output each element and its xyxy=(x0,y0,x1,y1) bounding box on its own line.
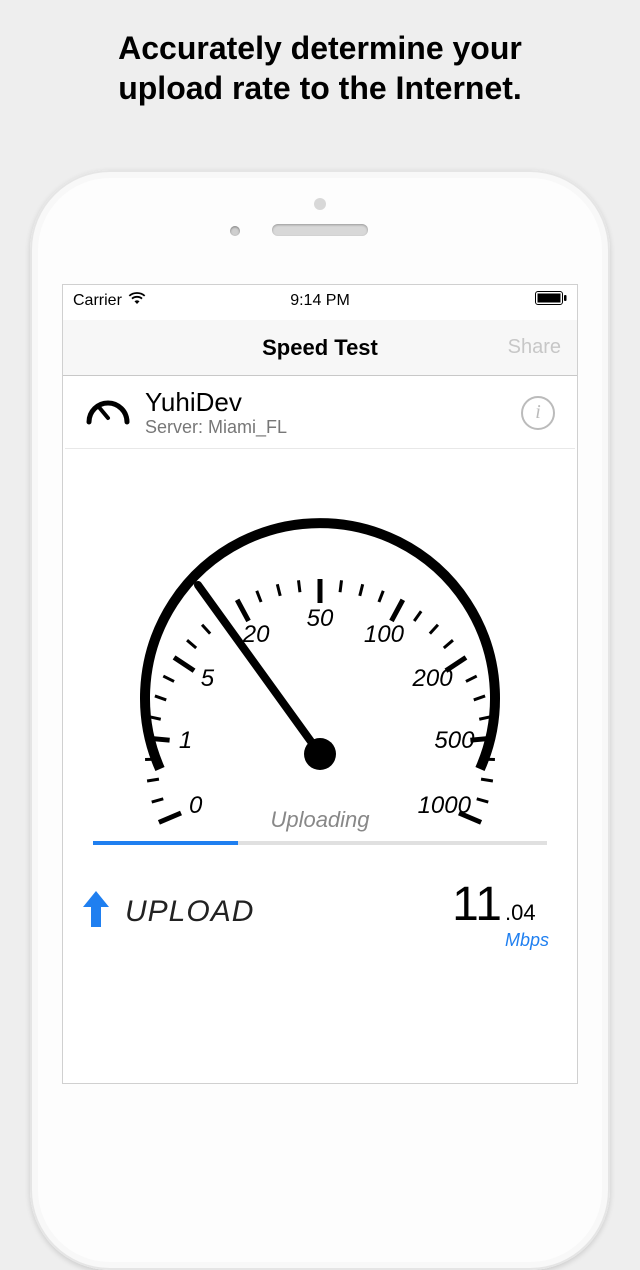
progress-bar xyxy=(93,841,547,845)
share-button[interactable]: Share xyxy=(508,336,561,359)
upload-label: UPLOAD xyxy=(125,895,442,929)
server-name: YuhiDev xyxy=(145,388,507,417)
gauge-tick-label: 20 xyxy=(243,621,270,649)
nav-bar: Speed Test Share xyxy=(63,320,577,376)
gauge-tick-label: 200 xyxy=(413,665,453,693)
battery-icon xyxy=(535,291,567,310)
progress-fill xyxy=(93,841,238,845)
phone-sensor xyxy=(314,198,326,210)
status-bar: Carrier 9:14 PM xyxy=(63,285,577,314)
server-subtitle: Server: Miami_FL xyxy=(145,417,507,438)
phone-camera xyxy=(230,226,240,236)
phone-screen: Carrier 9:14 PM xyxy=(62,284,578,1084)
carrier-label: Carrier xyxy=(73,292,122,310)
gauge-tick-label: 100 xyxy=(364,621,404,649)
upload-speed-value: 11 .04 Mbps xyxy=(452,877,549,947)
gauge-tick-label: 0 xyxy=(189,792,202,820)
phone-mockup: Carrier 9:14 PM xyxy=(30,170,610,1270)
upload-arrow-icon xyxy=(81,889,111,934)
promo-headline: Accurately determine your upload rate to… xyxy=(0,0,640,142)
page-title: Speed Test xyxy=(262,335,378,361)
speed-gauge: 0 1 5 20 50 100 200 500 1000 Uploading xyxy=(63,449,577,859)
gauge-icon xyxy=(85,390,131,435)
gauge-tick-label: 50 xyxy=(307,605,334,633)
gauge-tick-label: 1 xyxy=(179,727,192,755)
phone-speaker xyxy=(272,224,368,236)
info-button[interactable]: i xyxy=(521,396,555,430)
status-time: 9:14 PM xyxy=(290,292,350,310)
gauge-tick-label: 1000 xyxy=(418,792,471,820)
gauge-tick-label: 500 xyxy=(434,727,474,755)
gauge-tick-label: 5 xyxy=(201,665,214,693)
server-row[interactable]: YuhiDev Server: Miami_FL i xyxy=(65,376,575,449)
wifi-icon xyxy=(128,291,146,310)
upload-result-row: UPLOAD 11 .04 Mbps xyxy=(63,859,577,947)
gauge-state-label: Uploading xyxy=(63,807,577,833)
